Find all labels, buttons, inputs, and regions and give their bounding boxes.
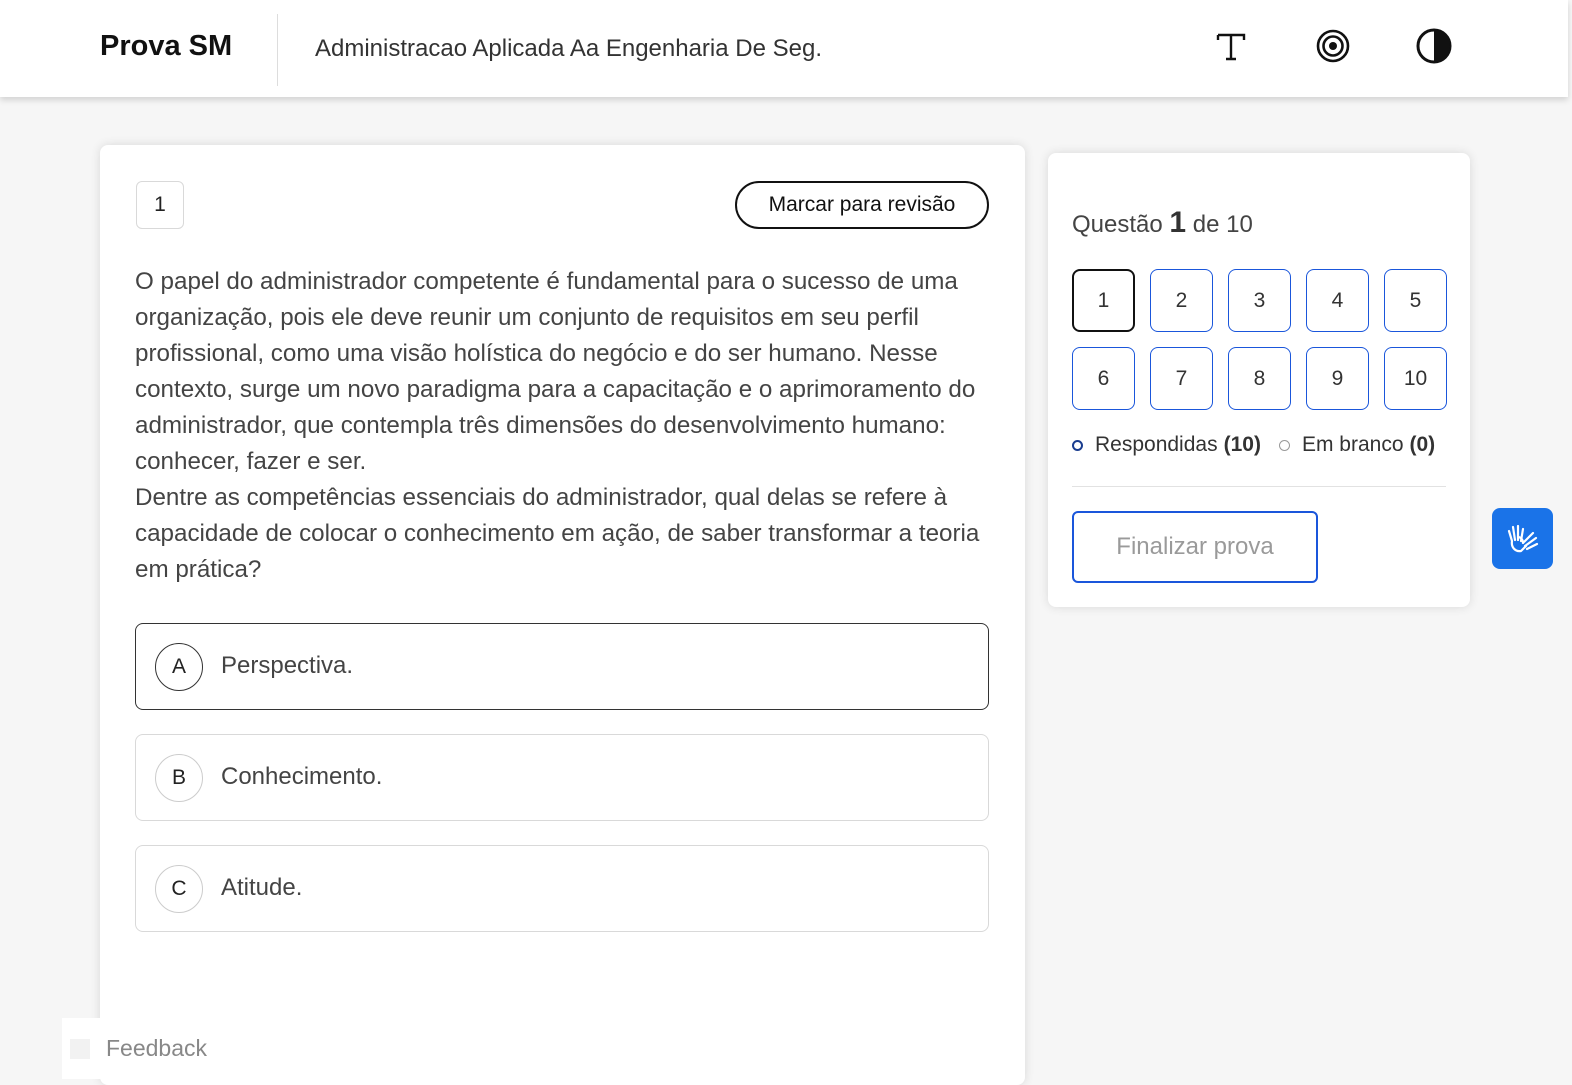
option-letter: C bbox=[155, 865, 203, 913]
question-number: 1 bbox=[136, 181, 184, 229]
feedback-tab[interactable]: Feedback bbox=[62, 1018, 232, 1079]
header-divider bbox=[277, 14, 278, 86]
counter-current: 1 bbox=[1169, 206, 1187, 239]
font-size-icon[interactable] bbox=[1211, 26, 1251, 66]
mark-for-review-button[interactable]: Marcar para revisão bbox=[735, 181, 989, 229]
course-title: Administracao Aplicada Aa Engenharia De … bbox=[315, 35, 822, 62]
question-nav-button-6[interactable]: 6 bbox=[1072, 347, 1135, 410]
question-counter: Questão 1 de 10 bbox=[1072, 206, 1253, 240]
blank-count: (0) bbox=[1409, 433, 1436, 456]
question-card: 1 Marcar para revisão O papel do adminis… bbox=[100, 145, 1025, 1085]
question-paragraph: O papel do administrador competente é fu… bbox=[135, 268, 976, 475]
question-paragraph: Dentre as competências essenciais do adm… bbox=[135, 484, 980, 583]
question-grid: 1 2 3 4 5 6 7 8 9 10 bbox=[1072, 269, 1447, 410]
question-nav-button-5[interactable]: 5 bbox=[1384, 269, 1447, 332]
answer-option-a[interactable]: A Perspectiva. bbox=[135, 623, 989, 710]
top-header: Prova SM Administracao Aplicada Aa Engen… bbox=[0, 0, 1568, 97]
answered-dot-icon bbox=[1072, 439, 1083, 451]
option-text: Conhecimento. bbox=[221, 763, 383, 790]
answered-count: (10) bbox=[1223, 433, 1261, 456]
answer-option-b[interactable]: B Conhecimento. bbox=[135, 734, 989, 821]
target-icon[interactable] bbox=[1313, 26, 1353, 66]
option-text: Atitude. bbox=[221, 874, 303, 901]
brand-title: Prova SM bbox=[100, 30, 233, 62]
question-nav-button-4[interactable]: 4 bbox=[1306, 269, 1369, 332]
option-text: Perspectiva. bbox=[221, 652, 354, 679]
divider bbox=[1072, 486, 1446, 487]
answered-label: Respondidas bbox=[1095, 433, 1218, 456]
question-nav-button-8[interactable]: 8 bbox=[1228, 347, 1291, 410]
sign-language-icon bbox=[1507, 524, 1538, 552]
question-nav-button-9[interactable]: 9 bbox=[1306, 347, 1369, 410]
answer-option-c[interactable]: C Atitude. bbox=[135, 845, 989, 932]
blank-label: Em branco bbox=[1301, 433, 1404, 456]
question-nav-button-7[interactable]: 7 bbox=[1150, 347, 1213, 410]
question-nav-button-10[interactable]: 10 bbox=[1384, 347, 1447, 410]
status-legend: Respondidas (10) Em branco (0) bbox=[1072, 433, 1435, 457]
option-letter: A bbox=[155, 643, 203, 691]
feedback-label: Feedback bbox=[106, 1035, 208, 1061]
question-nav-button-2[interactable]: 2 bbox=[1150, 269, 1213, 332]
question-statement: O papel do administrador competente é fu… bbox=[135, 264, 995, 588]
blank-dot-icon bbox=[1278, 439, 1290, 451]
feedback-icon bbox=[70, 1038, 90, 1059]
question-nav-button-1[interactable]: 1 bbox=[1072, 269, 1135, 332]
sign-language-button[interactable] bbox=[1492, 508, 1553, 569]
option-letter: B bbox=[155, 754, 203, 802]
contrast-icon[interactable] bbox=[1414, 26, 1454, 66]
finish-exam-button[interactable]: Finalizar prova bbox=[1072, 511, 1318, 583]
counter-prefix: Questão bbox=[1072, 211, 1163, 238]
counter-suffix: de 10 bbox=[1192, 211, 1253, 238]
question-nav-button-3[interactable]: 3 bbox=[1228, 269, 1291, 332]
question-navigator: Questão 1 de 10 1 2 3 4 5 6 7 8 9 10 Res… bbox=[1048, 153, 1470, 607]
